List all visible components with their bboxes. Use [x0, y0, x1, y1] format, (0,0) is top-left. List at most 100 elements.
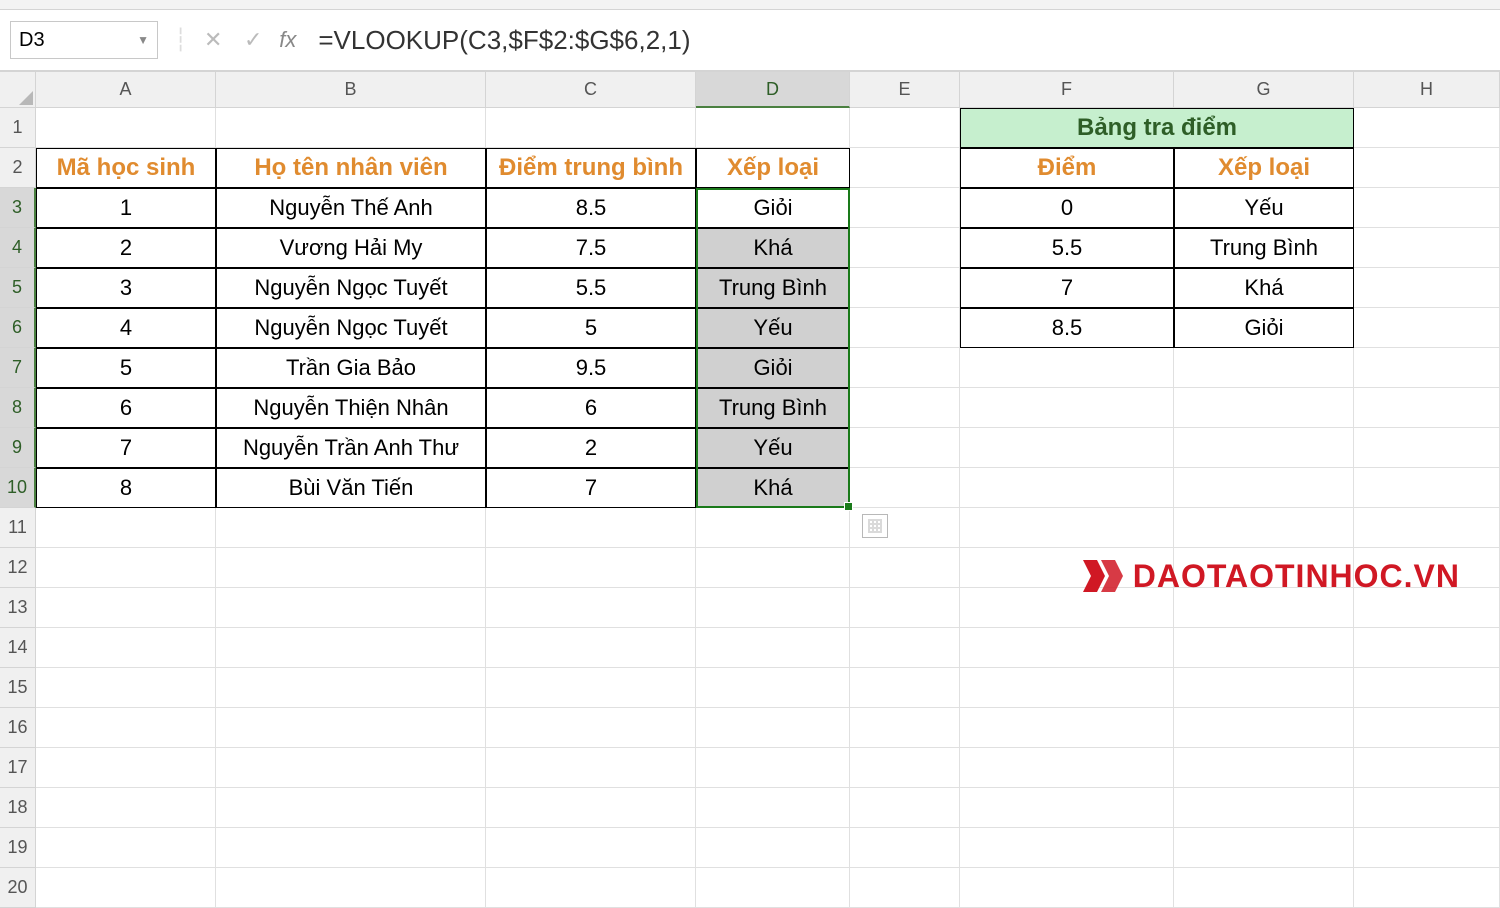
cell[interactable]: 3 [36, 268, 216, 308]
cell[interactable] [696, 508, 850, 548]
row-header-14[interactable]: 14 [0, 628, 36, 668]
cell[interactable] [486, 508, 696, 548]
cell[interactable] [696, 868, 850, 908]
cell[interactable] [850, 468, 960, 508]
cell[interactable] [36, 868, 216, 908]
cell[interactable] [36, 548, 216, 588]
cell[interactable] [850, 148, 960, 188]
cell[interactable]: 6 [36, 388, 216, 428]
cell[interactable]: 4 [36, 308, 216, 348]
cell[interactable] [486, 588, 696, 628]
cell[interactable]: 5.5 [486, 268, 696, 308]
cell[interactable]: Nguyễn Trần Anh Thư [216, 428, 486, 468]
cell[interactable] [36, 508, 216, 548]
cell[interactable] [696, 748, 850, 788]
column-header-G[interactable]: G [1174, 72, 1354, 108]
chevron-down-icon[interactable]: ▼ [137, 33, 149, 47]
cell[interactable] [1174, 788, 1354, 828]
cell[interactable] [850, 108, 960, 148]
cell[interactable] [850, 348, 960, 388]
cell[interactable] [36, 708, 216, 748]
column-header-C[interactable]: C [486, 72, 696, 108]
row-header-9[interactable]: 9 [0, 428, 36, 468]
cell[interactable] [960, 428, 1174, 468]
cell[interactable] [486, 748, 696, 788]
cell[interactable] [960, 468, 1174, 508]
cell[interactable] [960, 508, 1174, 548]
cell[interactable] [960, 628, 1174, 668]
cell[interactable] [850, 228, 960, 268]
name-box[interactable]: D3 ▼ [10, 21, 158, 59]
cell[interactable] [850, 828, 960, 868]
cell[interactable] [486, 788, 696, 828]
cell[interactable] [850, 708, 960, 748]
cell[interactable] [216, 828, 486, 868]
cell[interactable]: Giỏi [1174, 308, 1354, 348]
cell[interactable]: 7 [960, 268, 1174, 308]
cell[interactable]: 7 [486, 468, 696, 508]
cell[interactable] [696, 708, 850, 748]
cell[interactable] [1174, 348, 1354, 388]
row-header-7[interactable]: 7 [0, 348, 36, 388]
cell[interactable] [1174, 508, 1354, 548]
cell[interactable] [1354, 108, 1500, 148]
cell[interactable]: Khá [1174, 268, 1354, 308]
row-header-19[interactable]: 19 [0, 828, 36, 868]
cell[interactable]: Trung Bình [1174, 228, 1354, 268]
cell[interactable] [1354, 268, 1500, 308]
cell[interactable]: Nguyễn Ngọc Tuyết [216, 268, 486, 308]
row-header-15[interactable]: 15 [0, 668, 36, 708]
cell[interactable] [1354, 308, 1500, 348]
cell[interactable]: Bùi Văn Tiến [216, 468, 486, 508]
cell[interactable] [36, 788, 216, 828]
cell[interactable]: 8 [36, 468, 216, 508]
row-header-4[interactable]: 4 [0, 228, 36, 268]
row-header-6[interactable]: 6 [0, 308, 36, 348]
cell[interactable] [850, 868, 960, 908]
cell[interactable]: 0 [960, 188, 1174, 228]
cell[interactable]: 7.5 [486, 228, 696, 268]
cell[interactable] [216, 788, 486, 828]
cell[interactable]: Giỏi [696, 188, 850, 228]
cell[interactable]: 6 [486, 388, 696, 428]
cell[interactable] [1354, 868, 1500, 908]
cell[interactable] [216, 748, 486, 788]
cell[interactable] [1354, 228, 1500, 268]
cell[interactable]: 5 [486, 308, 696, 348]
cell[interactable] [216, 708, 486, 748]
cell[interactable]: Trần Gia Bảo [216, 348, 486, 388]
cell[interactable] [850, 668, 960, 708]
cell[interactable] [486, 108, 696, 148]
row-header-11[interactable]: 11 [0, 508, 36, 548]
autofill-options-icon[interactable] [862, 514, 888, 538]
row-header-8[interactable]: 8 [0, 388, 36, 428]
cell[interactable] [960, 828, 1174, 868]
cell[interactable] [1174, 668, 1354, 708]
cell[interactable] [1354, 188, 1500, 228]
cell[interactable] [36, 828, 216, 868]
cell[interactable]: Nguyễn Thế Anh [216, 188, 486, 228]
cell[interactable] [1174, 748, 1354, 788]
cell[interactable] [696, 668, 850, 708]
cell[interactable]: Điểm [960, 148, 1174, 188]
cell[interactable] [36, 628, 216, 668]
cell[interactable] [696, 108, 850, 148]
cell[interactable]: Nguyễn Ngọc Tuyết [216, 308, 486, 348]
cell[interactable]: 5 [36, 348, 216, 388]
cell[interactable] [1354, 388, 1500, 428]
cell[interactable] [1354, 708, 1500, 748]
column-header-E[interactable]: E [850, 72, 960, 108]
cell[interactable]: 7 [36, 428, 216, 468]
cell[interactable] [696, 788, 850, 828]
select-all-corner[interactable] [0, 72, 36, 108]
cell[interactable] [1174, 828, 1354, 868]
cell[interactable]: 2 [486, 428, 696, 468]
formula-input[interactable]: =VLOOKUP(C3,$F$2:$G$6,2,1) [314, 10, 1500, 70]
cell[interactable] [486, 828, 696, 868]
row-header-16[interactable]: 16 [0, 708, 36, 748]
cell[interactable] [696, 628, 850, 668]
cell[interactable] [850, 788, 960, 828]
cell[interactable]: Nguyễn Thiện Nhân [216, 388, 486, 428]
cell[interactable] [850, 388, 960, 428]
cell[interactable]: 9.5 [486, 348, 696, 388]
